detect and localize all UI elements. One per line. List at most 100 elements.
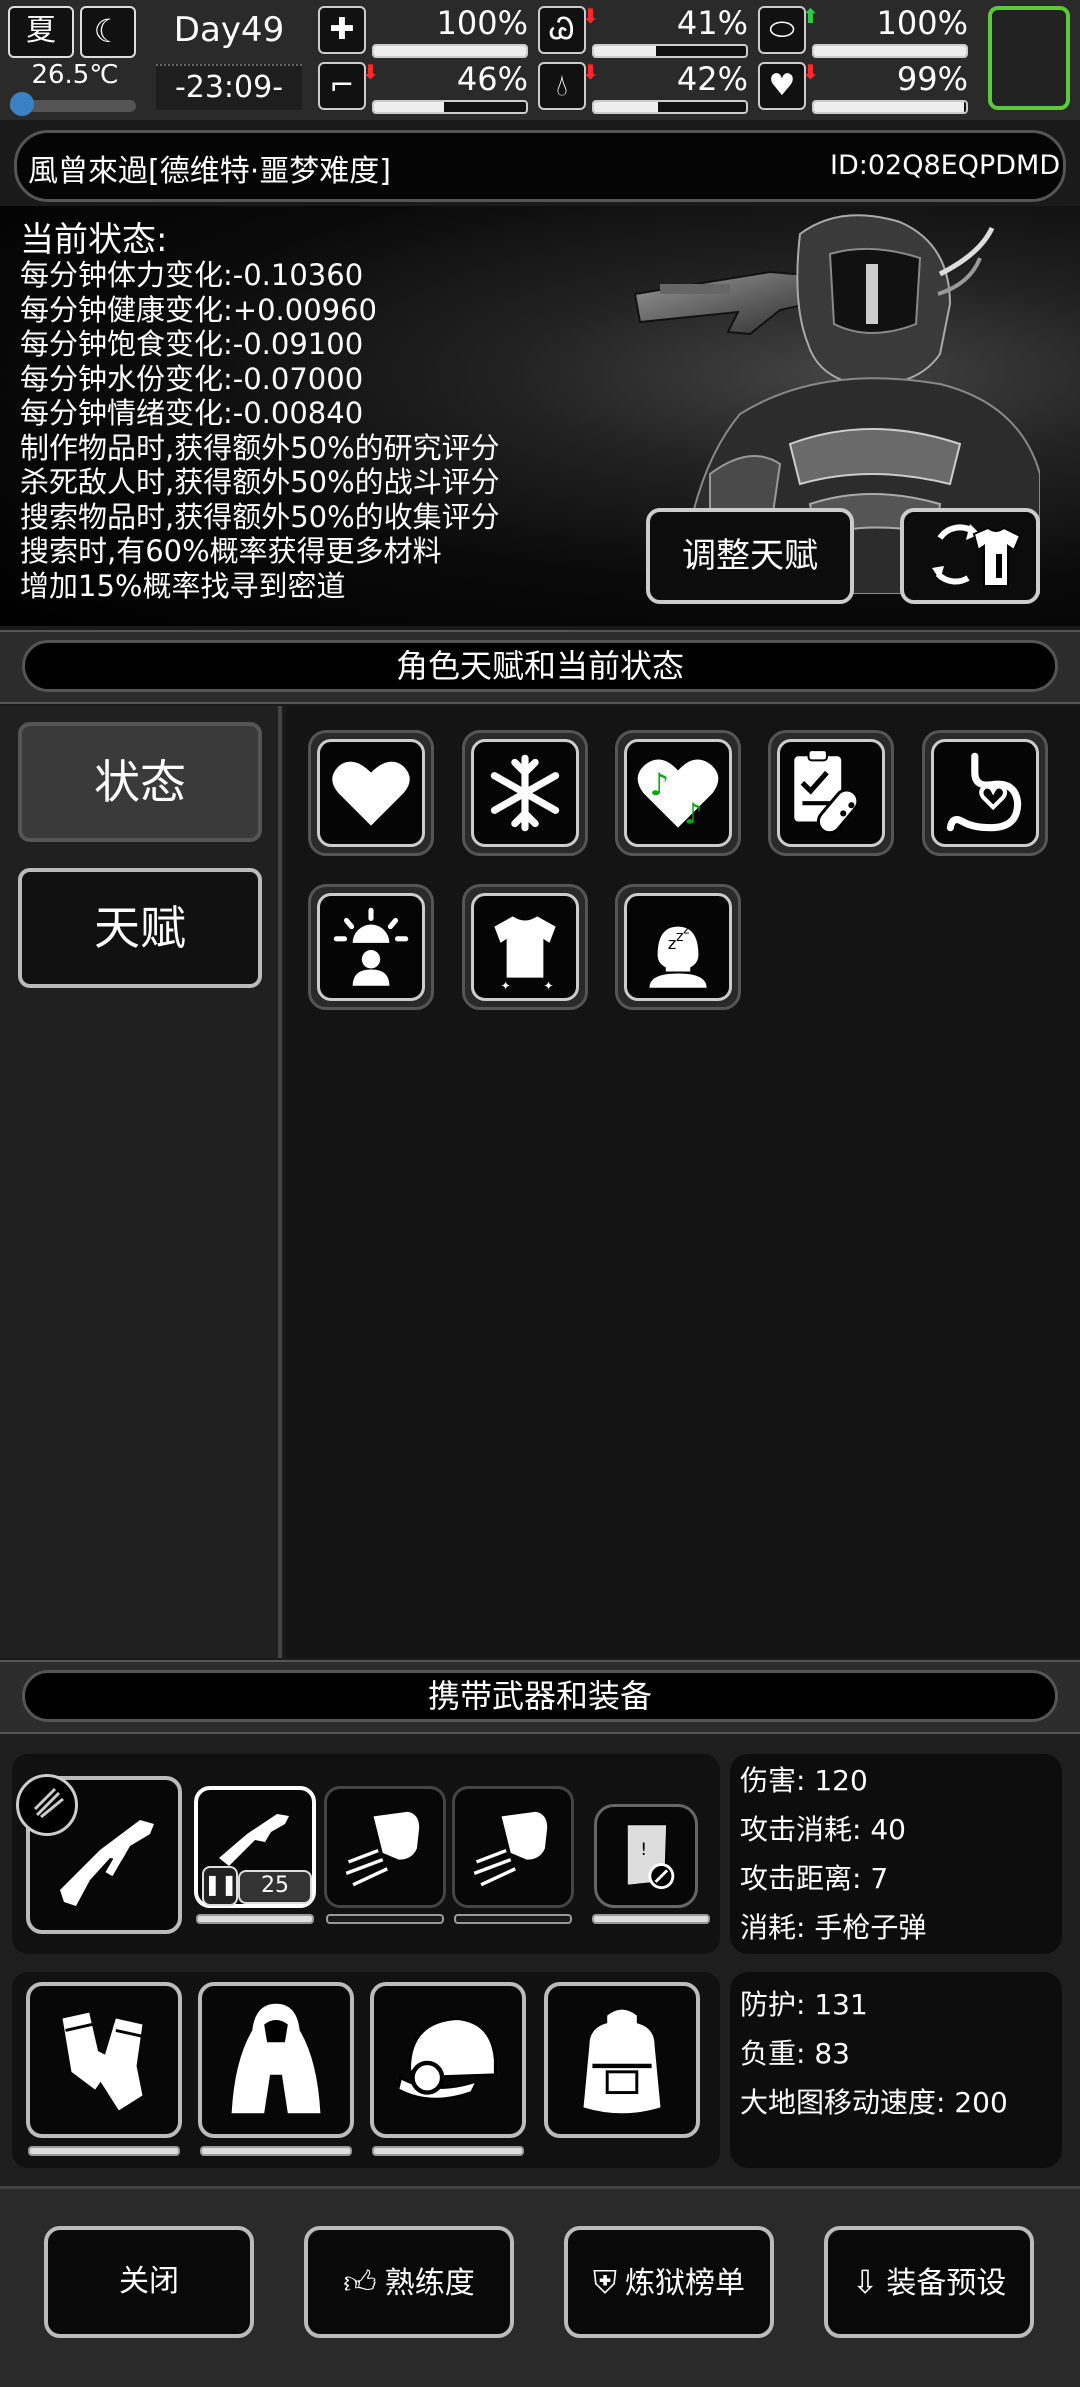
day-clock: Day49 -23:09- [156, 4, 302, 114]
weapon-durability-bar [196, 1914, 314, 1924]
ammo-count: 25 [238, 1870, 312, 1904]
stat-value: 40 [870, 1813, 906, 1846]
cloak-icon [231, 2003, 321, 2114]
status-slot[interactable] [308, 884, 434, 1010]
close-button[interactable]: 关闭 [44, 2226, 254, 2338]
stat-stamina-value: 46% [456, 60, 528, 98]
stat-medicine: ⬭ ⬆ 100% [758, 4, 968, 58]
stat-value: 7 [870, 1862, 889, 1895]
stat-label: 消耗 [740, 1911, 797, 1944]
weapon-slot-3[interactable] [452, 1786, 574, 1908]
up-arrow-icon: ⬆ [802, 4, 819, 28]
status-line: 增加15%概率找寻到密道 [20, 568, 346, 603]
stat-hunger: Ꮚ ⬇ 41% [538, 4, 748, 58]
inferno-ranking-button[interactable]: ⛨ 炼狱榜单 [564, 2226, 774, 2338]
weapon-durability-bar [454, 1914, 572, 1924]
cloak-slot[interactable] [198, 1982, 354, 2138]
temperature-label: 26.5℃ [31, 60, 119, 90]
down-arrow-icon: ⬇ [362, 60, 379, 84]
weapon-slot-2[interactable] [324, 1786, 446, 1908]
status-line: 每分钟健康变化:+0.00960 [20, 292, 377, 327]
down-arrow-icon: ⬇ [802, 60, 819, 84]
attack-mode-icon[interactable] [16, 1774, 78, 1836]
stomach-icon: Ꮚ [538, 6, 586, 54]
game-clock: -23:09- [156, 64, 302, 110]
stat-mood-bar [812, 100, 968, 114]
svg-text:✦: ✦ [543, 979, 553, 993]
day-counter: Day49 [173, 10, 285, 50]
stat-mood: ♥ ⬇ 99% [758, 60, 968, 114]
current-status-title: 当前状态: [20, 220, 168, 260]
status-slot[interactable]: z z z [615, 884, 741, 1010]
stat-medicine-value: 100% [876, 4, 968, 42]
weapon-slot-1[interactable]: ❚❚ 25 [194, 1786, 316, 1908]
change-outfit-button[interactable] [900, 508, 1040, 604]
stat-water-value: 42% [676, 60, 748, 98]
stat-value: 131 [814, 1988, 868, 2021]
temperature-knob [10, 92, 34, 116]
snowflake-icon [490, 754, 560, 832]
svg-text:z: z [683, 923, 689, 937]
cap-icon [395, 2017, 497, 2101]
status-slot[interactable] [922, 730, 1048, 856]
backpack-icon [583, 2009, 661, 2114]
gloves-icon [62, 2012, 143, 2111]
sleeping-person-icon: z z z [649, 923, 707, 988]
status-line: 搜索物品时,获得额外50%的收集评分 [20, 499, 500, 534]
weapon-durability-bar [592, 1914, 710, 1924]
stat-label: 负重 [740, 2037, 797, 2070]
status-slot[interactable] [308, 730, 434, 856]
medical-report-icon [794, 749, 860, 835]
map-icon: ! [625, 1823, 675, 1890]
weapon-durability-bar [326, 1914, 444, 1924]
status-slot[interactable] [462, 730, 588, 856]
tab-talent[interactable]: 天赋 [18, 868, 262, 988]
quick-slot-button[interactable] [988, 6, 1070, 110]
status-line: 杀死敌人时,获得额外50%的战斗评分 [20, 465, 500, 499]
status-slot[interactable]: ✦ ✦ [462, 884, 588, 1010]
stat-water-bar [592, 100, 748, 114]
status-line: 每分钟体力变化:-0.10360 [20, 258, 364, 292]
music-heart-icon: ♪ ♪ [637, 759, 719, 831]
fist-icon [473, 1811, 548, 1887]
tab-column [0, 706, 282, 1658]
stat-label: 防护 [740, 1988, 797, 2021]
down-arrow-icon: ⬇ [582, 60, 599, 84]
status-effects-list: 每分钟体力变化:-0.10360 每分钟健康变化:+0.00960 每分钟饱食变… [20, 258, 500, 603]
tab-status[interactable]: 状态 [18, 722, 262, 842]
map-slot[interactable]: ! [594, 1804, 698, 1908]
smg-icon [219, 1814, 289, 1866]
status-slot[interactable]: ♪ ♪ [615, 730, 741, 856]
stat-mood-value: 99% [896, 60, 968, 98]
adjust-talent-button[interactable]: 调整天赋 [646, 508, 854, 604]
stat-value: 200 [954, 2086, 1008, 2119]
status-slot[interactable] [768, 730, 894, 856]
season-label: 夏 [26, 13, 56, 48]
svg-text:♪: ♪ [684, 797, 702, 831]
proficiency-button[interactable]: 👍︎ 熟练度 [304, 2226, 514, 2338]
equipment-preset-button[interactable]: ⇩ 装备预设 [824, 2226, 1034, 2338]
gloves-slot[interactable] [26, 1982, 182, 2138]
stat-stamina-bar [372, 100, 528, 114]
stat-label: 攻击消耗 [740, 1813, 853, 1846]
status-line: 每分钟情绪变化:-0.00840 [20, 396, 364, 430]
stat-label: 伤害 [740, 1764, 797, 1797]
armor-durability-bar [200, 2146, 352, 2156]
heart-hand-icon: ♥ [758, 62, 806, 110]
stat-label: 攻击距离 [740, 1862, 853, 1895]
pill-icon: ⬭ [758, 6, 806, 54]
inferno-ranking-button-label: 炼狱榜单 [625, 2266, 745, 2301]
stat-value: 120 [814, 1764, 868, 1797]
stat-medicine-bar [812, 44, 968, 58]
armor-stats-panel: 防护: 131 负重: 83 大地图移动速度: 200 [730, 1972, 1062, 2168]
heart-icon [332, 761, 410, 826]
stat-health-value: 100% [436, 4, 528, 42]
shirt-icon: ✦ ✦ [494, 916, 556, 993]
weapon-stats-panel: 伤害: 120 攻击消耗: 40 攻击距离: 7 消耗: 手枪子弹 [730, 1754, 1062, 1954]
thumbs-up-badge-icon: 👍︎ [343, 2263, 377, 2301]
svg-text:!: ! [640, 1840, 647, 1860]
download-box-icon: ⇩ [851, 2263, 879, 2301]
cap-slot[interactable] [370, 1982, 526, 2138]
stat-health-bar [372, 44, 528, 58]
backpack-slot[interactable] [544, 1982, 700, 2138]
